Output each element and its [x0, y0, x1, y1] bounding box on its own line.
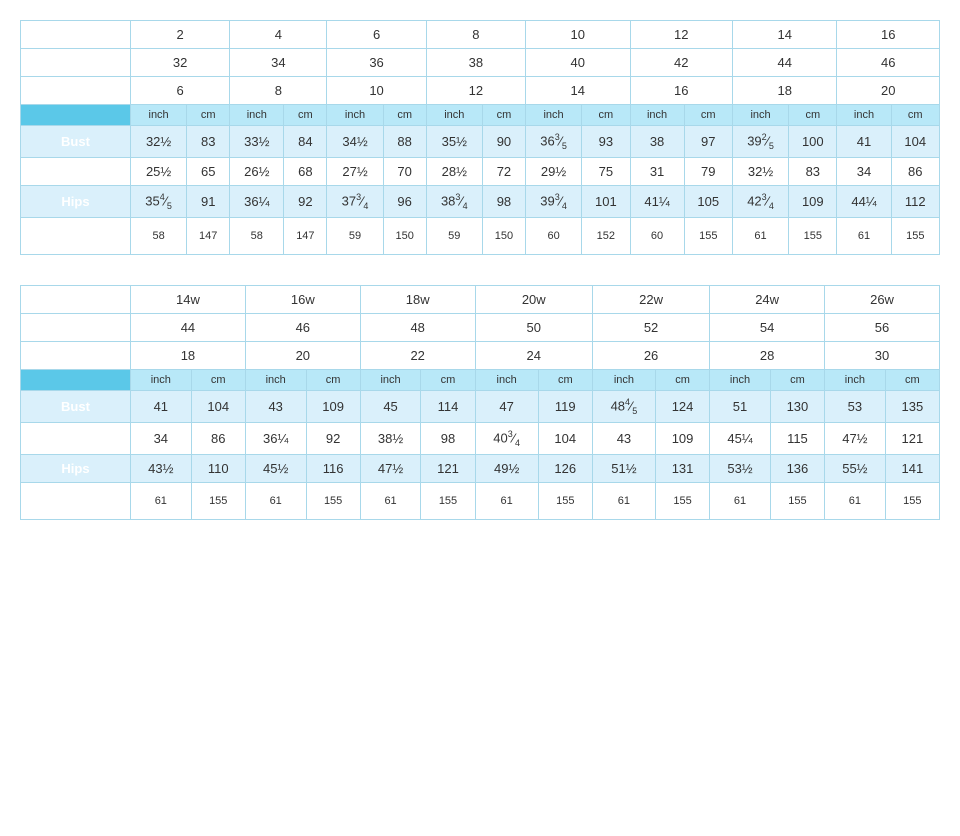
us-size-label: Us Size [21, 21, 131, 49]
bust-row: Bust 32½83 33½84 34½88 35½90 363⁄593 389… [21, 126, 940, 158]
floor-row-2: hollow to floor (bare foot) 61155 61155 … [21, 482, 940, 519]
floor-row: hollow to floor (bare foot) 58147 58147 … [21, 217, 940, 254]
us-size-row: Us Size 2 4 6 8 10 12 14 16 [21, 21, 940, 49]
hips-row: Hips 354⁄591 36¼92 373⁄496 383⁄498 393⁄4… [21, 185, 940, 217]
uk-size-row: Uk Size 6 8 10 12 14 16 18 20 [21, 77, 940, 105]
bust-row-2: Bust 41104 43109 45114 47119 484⁄5124 51… [21, 390, 940, 422]
subheader-row: inchcm inchcm inchcm inchcm inchcm inchc… [21, 105, 940, 126]
waist-row-2: Waist 3486 36¼92 38½98 403⁄4104 43109 45… [21, 422, 940, 454]
waist-row: Waist 25½65 26½68 27½70 28½72 29½75 3179… [21, 157, 940, 185]
us-size-row-2: Us Size 14w 16w 18w 20w 22w 24w 26w [21, 285, 940, 313]
uk-size-label: Uk Size [21, 77, 131, 105]
europe-size-row: Europe Size 32 34 36 38 40 42 44 46 [21, 49, 940, 77]
size-table-1: Us Size 2 4 6 8 10 12 14 16 Europe Size … [20, 20, 940, 255]
europe-size-label: Europe Size [21, 49, 131, 77]
hips-row-2: Hips 43½110 45½116 47½121 49½126 51½131 … [21, 454, 940, 482]
size-table-2: Us Size 14w 16w 18w 20w 22w 24w 26w Euro… [20, 285, 940, 520]
europe-size-row-2: Europe Size 44 46 48 50 52 54 56 [21, 313, 940, 341]
subheader-row-2: inchcm inchcm inchcm inchcm inchcm inchc… [21, 369, 940, 390]
uk-size-row-2: Uk Size 18 20 22 24 26 28 30 [21, 341, 940, 369]
